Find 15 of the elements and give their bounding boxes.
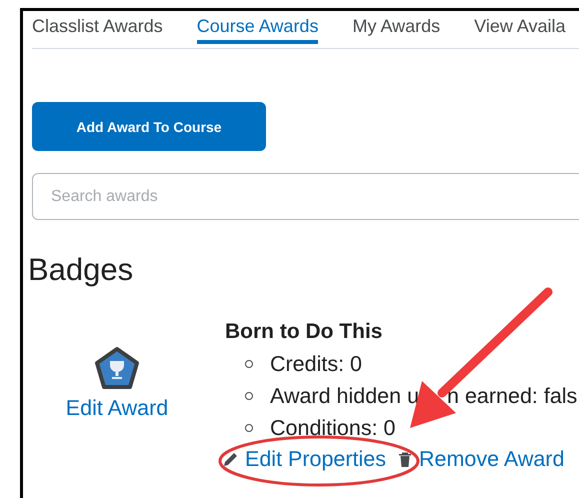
tab[interactable]: Course Awards xyxy=(196,11,318,44)
tab[interactable]: My Awards xyxy=(352,11,440,44)
tab[interactable]: View Availa xyxy=(474,11,566,44)
award-detail: Award hidden u xyxy=(270,383,420,410)
edit-award-link[interactable]: Edit Award xyxy=(66,396,168,420)
remove-link[interactable]: Remove Award xyxy=(419,447,564,471)
section-title: Badges xyxy=(28,251,134,289)
award-detail: Conditions: 0 xyxy=(270,415,396,442)
award-title: Born to Do This xyxy=(225,320,384,344)
tab[interactable]: Classlist Awards xyxy=(32,11,163,44)
add-award-button[interactable]: Add Award To Course xyxy=(32,102,266,151)
award-detail: n earned: fals xyxy=(447,383,578,410)
search-field[interactable]: Search awards xyxy=(32,173,579,220)
edit-link[interactable]: Edit Properties xyxy=(245,447,386,471)
award-detail: Credits: 0 xyxy=(270,351,362,378)
